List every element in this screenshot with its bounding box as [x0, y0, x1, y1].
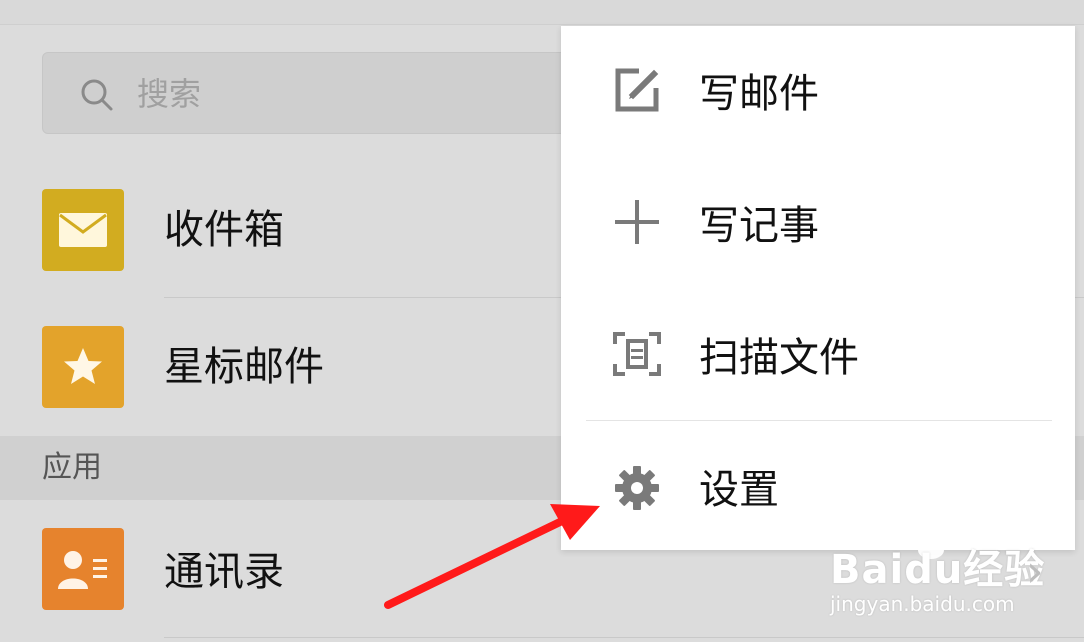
- folder-label: 星标邮件: [164, 344, 324, 390]
- menu-separator: [586, 420, 1052, 421]
- compose-icon: [615, 68, 659, 112]
- contacts-tile: [42, 528, 124, 610]
- watermark-brand: Baidu经验: [830, 547, 1046, 593]
- baidu-watermark: Baidu经验 jingyan.baidu.com ›: [830, 520, 1060, 630]
- starred-tile: [42, 326, 124, 408]
- menu-item-scan[interactable]: 扫描文件: [561, 294, 1075, 414]
- plus-icon: [615, 200, 659, 244]
- menu-label: 设置: [699, 467, 779, 513]
- inbox-tile: [42, 189, 124, 271]
- menu-label: 扫描文件: [699, 335, 859, 381]
- status-strip: [0, 0, 1084, 25]
- search-icon: [81, 79, 113, 111]
- scan-icon: [613, 332, 661, 376]
- menu-label: 写记事: [699, 203, 819, 249]
- folder-label: 收件箱: [164, 207, 284, 253]
- search-bar[interactable]: 搜索: [42, 52, 642, 134]
- watermark-url: jingyan.baidu.com: [830, 592, 1015, 616]
- search-placeholder: 搜索: [137, 75, 202, 113]
- chevron-right-icon: ›: [1026, 546, 1044, 597]
- gear-icon: [615, 466, 659, 510]
- app-label: 通讯录: [164, 549, 284, 595]
- section-title: 应用: [42, 450, 102, 485]
- contact-card-icon: [58, 551, 107, 589]
- envelope-icon: [59, 213, 107, 247]
- menu-item-compose[interactable]: 写邮件: [561, 30, 1075, 150]
- menu-item-note[interactable]: 写记事: [561, 162, 1075, 282]
- menu-label: 写邮件: [699, 71, 819, 117]
- overflow-menu: 写邮件 写记事 扫描文件 设置: [561, 26, 1075, 550]
- list-divider: [164, 637, 1084, 638]
- star-icon: [64, 348, 102, 384]
- annotation-arrow: [384, 504, 600, 609]
